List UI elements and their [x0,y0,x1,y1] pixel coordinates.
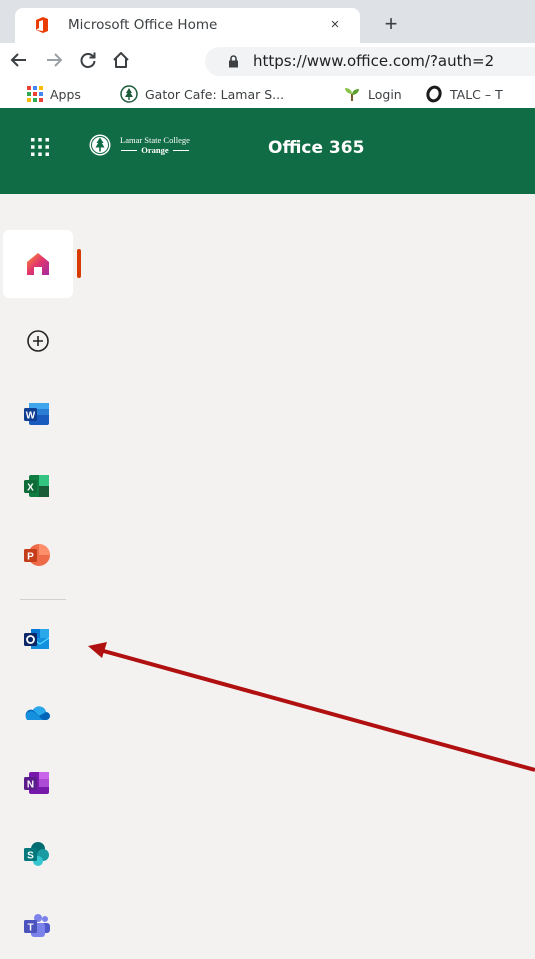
svg-text:N: N [27,780,34,791]
onedrive-icon[interactable] [21,698,51,728]
new-tab-button[interactable]: + [380,13,402,36]
talc-o-icon [426,85,442,103]
bookmarks-bar: Apps Gator Cafe: Lamar S... Login TALC –… [0,78,535,109]
word-icon[interactable]: W [22,399,52,429]
svg-text:T: T [27,923,33,934]
home-icon [27,253,49,275]
college-logo[interactable]: Lamar State College Orange [88,133,190,157]
back-arrow-icon [10,53,26,67]
forward-button[interactable] [42,48,66,72]
back-button[interactable] [7,48,31,72]
onenote-icon[interactable]: N [22,768,52,798]
close-tab-icon[interactable]: × [324,14,346,36]
svg-text:P: P [27,552,34,563]
college-seal-icon [120,85,138,103]
svg-text:S: S [27,851,34,862]
browser-tab[interactable]: Microsoft Office Home × [15,8,360,43]
rail-divider [20,599,66,600]
app-launcher-waffle-icon[interactable] [29,136,51,158]
office-365-title[interactable]: Office 365 [268,138,364,158]
bookmark-apps[interactable]: Apps [27,84,81,104]
bookmark-label: Gator Cafe: Lamar S... [145,86,285,102]
lock-icon [229,55,238,68]
app-rail: W X P N S T [0,194,535,959]
bookmark-label: Login [368,86,402,102]
reload-button[interactable] [76,48,100,72]
outlook-icon[interactable] [22,624,52,654]
excel-icon[interactable]: X [22,471,52,501]
browser-toolbar: https://www.office.com/?auth=2 [0,43,535,78]
powerpoint-icon[interactable]: P [22,540,52,570]
url-text: https://www.office.com/?auth=2 [253,52,495,70]
bookmark-label: Apps [50,86,81,102]
bookmark-label: TALC – T [450,86,503,102]
sharepoint-icon[interactable]: S [22,839,52,869]
plus-circle-icon[interactable] [23,326,53,356]
tab-title: Microsoft Office Home [68,17,218,33]
rail-item-home[interactable] [3,230,73,298]
college-name: Lamar State College [120,135,190,145]
college-seal-logo-icon [89,134,111,156]
office-header: Lamar State College Orange Office 365 [0,108,535,194]
forward-arrow-icon [47,53,63,67]
browser-home-icon [113,52,129,68]
bookmark-talc[interactable]: TALC – T [425,84,503,104]
active-indicator [77,249,81,278]
college-campus: Orange [141,145,169,155]
svg-text:X: X [27,483,34,494]
tab-strip: Microsoft Office Home × + [0,0,535,43]
address-bar[interactable]: https://www.office.com/?auth=2 [205,47,535,76]
office-favicon-icon [36,17,48,33]
reload-icon [80,52,96,68]
sprout-icon [345,88,359,101]
bookmark-login[interactable]: Login [343,84,402,104]
divider-line [172,149,189,151]
home-button[interactable] [109,48,133,72]
teams-icon[interactable]: T [22,911,52,941]
apps-grid-icon [27,86,43,102]
bookmark-gator-cafe[interactable]: Gator Cafe: Lamar S... [120,84,284,104]
svg-text:W: W [26,411,36,422]
divider-line [121,149,138,151]
